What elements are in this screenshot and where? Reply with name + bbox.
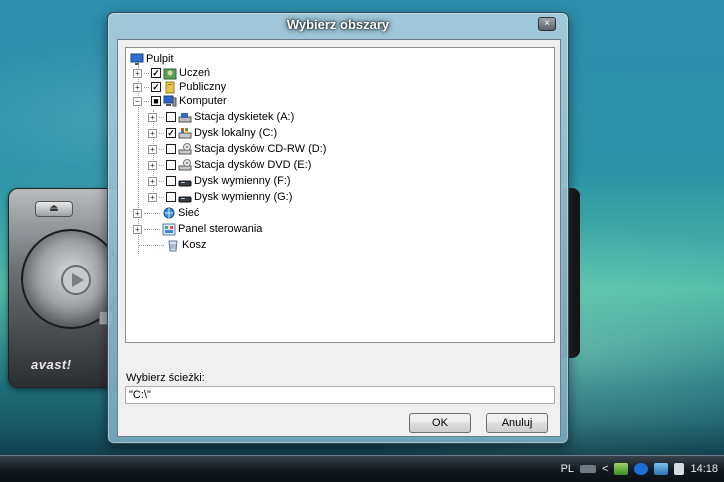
checkbox-drive-e[interactable]	[166, 160, 176, 170]
tree-connector	[159, 164, 164, 166]
expand-button[interactable]: +	[133, 224, 142, 234]
tree-item-label: Panel sterowania	[178, 223, 263, 235]
dialog-client-area: Pulpit + ✓ Uczeń + ✓ Publiczny − ■ Kompu…	[117, 39, 561, 437]
computer-icon	[163, 95, 177, 108]
tree-item-drive-d[interactable]: + Stacja dysków CD-RW (D:)	[148, 142, 326, 156]
dialog-titlebar[interactable]: Wybierz obszary ×	[108, 13, 568, 37]
expand-button[interactable]: +	[133, 82, 142, 92]
show-hidden-icons-button[interactable]: <	[602, 463, 608, 475]
tree-item-label: Pulpit	[146, 53, 174, 65]
taskbar: PL < 14:18	[0, 455, 724, 482]
antivirus-icon[interactable]	[634, 463, 649, 475]
removable-drive-icon	[178, 191, 192, 204]
checkbox-drive-a[interactable]	[166, 112, 176, 122]
cd-drive-icon	[178, 142, 192, 156]
tree-item-panel-sterowania[interactable]: + Panel sterowania	[133, 222, 262, 236]
tree-connector	[159, 116, 164, 118]
expand-button[interactable]: +	[133, 208, 142, 218]
collapse-button[interactable]: −	[133, 96, 142, 106]
checkbox-drive-f[interactable]	[166, 176, 176, 186]
dvd-drive-icon	[178, 158, 192, 172]
tree-item-drive-c[interactable]: + ✓ Dysk lokalny (C:)	[148, 126, 277, 140]
tree-connector	[159, 196, 164, 198]
tree-item-drive-f[interactable]: + Dysk wymienny (F:)	[148, 174, 291, 188]
tree-item-label: Stacja dyskietek (A:)	[194, 111, 295, 123]
tree-connector	[159, 180, 164, 182]
tree-connector	[144, 86, 149, 88]
volume-icon[interactable]	[674, 463, 685, 475]
expand-button[interactable]: +	[148, 112, 157, 122]
tree-item-label: Kosz	[182, 239, 207, 251]
tree-item-publiczny[interactable]: + ✓ Publiczny	[133, 80, 226, 94]
tree-item-label: Stacja dysków CD-RW (D:)	[194, 143, 327, 155]
tree-item-label: Stacja dysków DVD (E:)	[194, 159, 312, 171]
local-disk-icon	[178, 127, 192, 140]
tree-connector	[159, 148, 164, 150]
tree-item-label: Sieć	[178, 207, 200, 219]
tree-connector	[144, 212, 160, 214]
control-panel-icon	[162, 223, 176, 236]
tree-connector	[138, 244, 164, 246]
avast-eject-button[interactable]: ⏏	[35, 201, 73, 217]
tree-item-uczen[interactable]: + ✓ Uczeń	[133, 66, 210, 80]
tree-connector	[159, 132, 164, 134]
tree-item-komputer[interactable]: − ■ Komputer	[133, 94, 227, 108]
tree-item-drive-e[interactable]: + Stacja dysków DVD (E:)	[148, 158, 311, 172]
expand-button[interactable]: +	[148, 176, 157, 186]
floppy-drive-icon	[178, 111, 192, 124]
user-folder-icon	[163, 67, 177, 80]
checkbox-drive-c[interactable]: ✓	[166, 128, 176, 138]
path-label: Wybierz ścieżki:	[126, 372, 205, 384]
tree-item-siec[interactable]: + Sieć	[133, 206, 199, 220]
select-areas-dialog: Wybierz obszary × Pulpit + ✓ Uczeń + ✓ P…	[107, 12, 569, 444]
desktop-icon	[130, 53, 144, 66]
checkbox-komputer[interactable]: ■	[151, 96, 161, 106]
tree-item-label: Dysk wymienny (F:)	[194, 175, 291, 187]
expand-button[interactable]: +	[148, 144, 157, 154]
cancel-button[interactable]: Anuluj	[486, 413, 548, 433]
tree-item-label: Dysk lokalny (C:)	[194, 127, 278, 139]
avast-logo: avast!	[31, 357, 72, 372]
avast-disc	[21, 229, 121, 329]
tree-item-label: Komputer	[179, 95, 227, 107]
tree-item-kosz[interactable]: Kosz	[138, 238, 206, 252]
expand-button[interactable]: +	[148, 160, 157, 170]
folder-tree[interactable]: Pulpit + ✓ Uczeń + ✓ Publiczny − ■ Kompu…	[125, 47, 555, 343]
connection-icon[interactable]	[654, 463, 669, 475]
close-button[interactable]: ×	[538, 17, 556, 31]
checkbox-drive-g[interactable]	[166, 192, 176, 202]
ok-button[interactable]: OK	[409, 413, 471, 433]
public-folder-icon	[163, 81, 177, 94]
network-status-icon[interactable]	[614, 463, 629, 475]
system-tray: PL < 14:18	[557, 458, 722, 480]
checkbox-publiczny[interactable]: ✓	[151, 82, 161, 92]
tree-item-label: Uczeń	[179, 67, 211, 79]
recycle-bin-icon	[166, 239, 180, 252]
language-indicator[interactable]: PL	[561, 463, 574, 475]
removable-drive-icon	[178, 175, 192, 188]
tree-item-label: Dysk wymienny (G:)	[194, 191, 293, 203]
checkbox-uczen[interactable]: ✓	[151, 68, 161, 78]
clock[interactable]: 14:18	[690, 463, 718, 475]
network-icon	[162, 207, 176, 220]
tree-item-label: Publiczny	[179, 81, 227, 93]
checkbox-drive-d[interactable]	[166, 144, 176, 154]
expand-button[interactable]: +	[148, 192, 157, 202]
expand-button[interactable]: +	[133, 68, 142, 78]
tree-connector	[144, 228, 160, 230]
tree-connector	[144, 100, 149, 102]
dialog-title: Wybierz obszary	[286, 17, 390, 32]
expand-button[interactable]: +	[148, 128, 157, 138]
tree-item-drive-a[interactable]: + Stacja dyskietek (A:)	[148, 110, 294, 124]
keyboard-icon[interactable]	[580, 465, 597, 473]
tree-item-drive-g[interactable]: + Dysk wymienny (G:)	[148, 190, 292, 204]
tree-connector	[144, 72, 149, 74]
avast-play-button[interactable]	[61, 265, 91, 295]
tree-item-pulpit[interactable]: Pulpit	[130, 52, 174, 66]
path-field[interactable]	[125, 386, 555, 404]
